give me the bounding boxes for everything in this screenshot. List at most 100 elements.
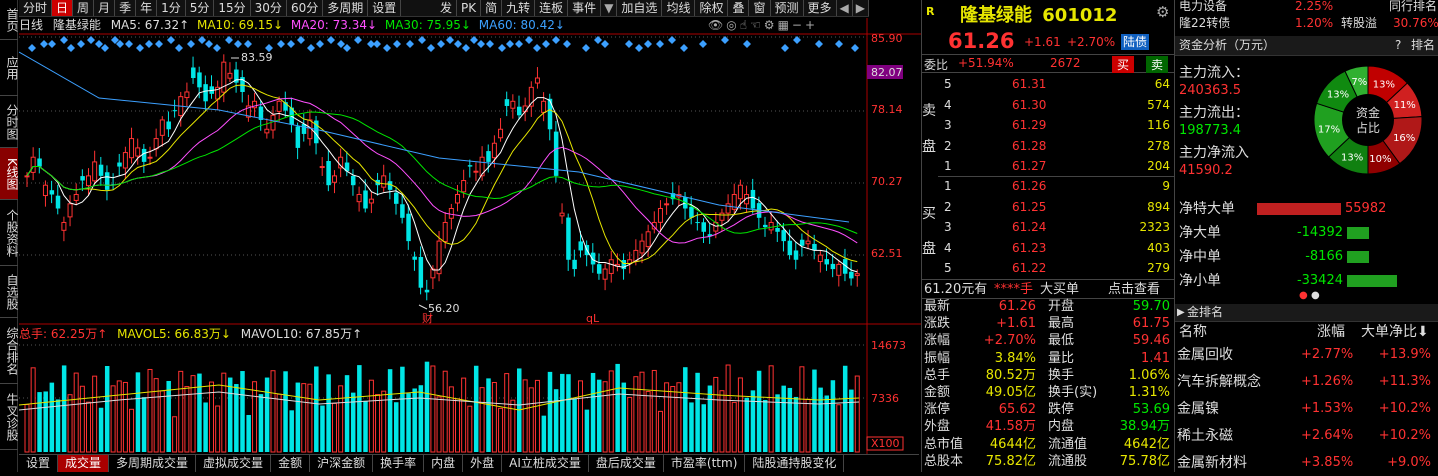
sidebar-apps[interactable]: 应用 xyxy=(0,40,19,96)
sidebar-kline[interactable]: K线图 xyxy=(0,148,19,200)
volume-bar xyxy=(455,398,460,453)
price-pct: +2.70% xyxy=(1067,35,1116,49)
col-netratio[interactable]: 大单净比⬇ xyxy=(1361,322,1429,342)
volume-bar xyxy=(166,380,171,452)
signal-diamond xyxy=(307,44,315,52)
candle-body xyxy=(781,230,786,242)
volume-bar xyxy=(436,396,442,453)
sector-expand-icon[interactable]: ▶ xyxy=(1177,304,1185,321)
signal-diamond xyxy=(28,44,36,52)
fund-rank-link[interactable]: 排名 xyxy=(1411,36,1435,55)
ask-level-row[interactable]: 3 61.29 116 xyxy=(922,116,1174,135)
signal-diamond xyxy=(515,40,523,48)
volume-bar xyxy=(92,375,98,453)
kline-chart[interactable]: 83.59 56.20 财 qL 85.90 82.07 78.14 70.27… xyxy=(19,0,921,472)
ask-level-row[interactable]: 5 61.31 64 xyxy=(922,75,1174,94)
signal-diamond xyxy=(175,44,183,52)
ask-level-row[interactable]: 4 61.30 574 xyxy=(922,96,1174,115)
sector-row[interactable]: 稀土永磁 +2.64% +10.2% xyxy=(1175,423,1438,449)
indicator-tab[interactable]: 换手率 xyxy=(373,455,425,472)
bid-level-row[interactable]: 5 61.22 279 xyxy=(922,259,1174,278)
big-order-bar[interactable]: 61.20元有 ****手 大买单 点击查看 xyxy=(922,279,1174,299)
col-pct[interactable]: 涨幅 xyxy=(1317,322,1345,342)
bid-level-row[interactable]: 4 61.23 403 xyxy=(922,239,1174,258)
industry-row[interactable]: 电力设备 2.25% 同行排名 xyxy=(1175,0,1438,15)
indicator-tab[interactable]: 成交量 xyxy=(58,455,110,472)
volume-bar xyxy=(737,377,743,453)
sidebar-timeshare[interactable]: 分时图 xyxy=(0,96,19,148)
sector-row[interactable]: 金属回收 +2.77% +13.9% xyxy=(1175,342,1438,368)
cai-marker[interactable]: 财 xyxy=(422,311,433,325)
volume-bar xyxy=(713,376,719,453)
big-order-link[interactable]: 点击查看 xyxy=(1108,280,1160,299)
bid-level-row[interactable]: 1 61.26 9 xyxy=(922,177,1174,196)
indicator-tab[interactable]: 虚拟成交量 xyxy=(196,455,272,472)
convertible-tag[interactable]: 陆债 xyxy=(1121,34,1150,50)
indicator-tab[interactable]: 金额 xyxy=(271,455,311,472)
col-name[interactable]: 名称 xyxy=(1179,322,1207,342)
flow-row[interactable]: 净特大单 55982 xyxy=(1175,198,1438,220)
sector-row[interactable]: 金属新材料 +3.85% +9.0% xyxy=(1175,450,1438,476)
indicator-tab[interactable]: 设置 xyxy=(19,455,59,472)
signal-diamond xyxy=(427,44,435,52)
price-change: +1.61 xyxy=(1024,35,1061,49)
candle-body xyxy=(424,289,430,293)
flow-label: 净大单 xyxy=(1179,225,1221,241)
sidebar-ranking[interactable]: 综合排名 xyxy=(0,318,19,384)
volume-bar xyxy=(357,365,362,452)
dot-icon-red[interactable]: ● xyxy=(1299,290,1308,301)
level-num: 5 xyxy=(944,261,952,275)
pie-label: 16% xyxy=(1393,133,1415,144)
ma-line-20 xyxy=(26,97,858,244)
indicator-tab[interactable]: 盘后成交量 xyxy=(589,455,664,472)
buy-button[interactable]: 买 xyxy=(1112,56,1135,73)
fund-pie[interactable]: 13%11%16%10%13%17%13%7% 资金 占比 xyxy=(1303,60,1433,180)
candle-body xyxy=(572,259,577,270)
industry-name: 电力设备 xyxy=(1179,0,1228,13)
candle-body xyxy=(854,273,860,277)
candle-body xyxy=(104,172,110,190)
ql-marker[interactable]: qL xyxy=(586,312,600,325)
indicator-tab[interactable]: 沪深金额 xyxy=(310,455,374,472)
help-icon[interactable]: ? xyxy=(1395,36,1401,55)
pie-hole xyxy=(1342,94,1394,146)
indicator-tab[interactable]: 内盘 xyxy=(424,455,464,472)
flow-row[interactable]: 净大单 -14392 xyxy=(1175,222,1438,244)
sector-netratio: +10.2% xyxy=(1378,401,1431,416)
sector-row[interactable]: 金属镍 +1.53% +10.2% xyxy=(1175,396,1438,422)
bid-level-row[interactable]: 3 61.24 2323 xyxy=(922,218,1174,237)
bid-level-row[interactable]: 2 61.25 894 xyxy=(922,198,1174,217)
sector-row[interactable]: 汽车拆解概念 +1.26% +11.3% xyxy=(1175,369,1438,395)
bond-row[interactable]: 隆22转债 1.20% 转股溢 30.76% xyxy=(1175,15,1438,32)
signal-diamond xyxy=(552,36,560,44)
indicator-tab[interactable]: 市盈率(ttm) xyxy=(664,455,746,472)
flow-row[interactable]: 净中单 -8166 xyxy=(1175,246,1438,268)
volume-bar xyxy=(510,399,516,453)
flow-row[interactable]: 净小单 -33424 xyxy=(1175,270,1438,292)
sidebar-diagnosis[interactable]: 牛叉诊股 xyxy=(0,384,19,450)
gear-icon[interactable]: ⚙ xyxy=(1156,3,1169,21)
indicator-tab[interactable]: AI立桩成交量 xyxy=(502,455,589,472)
stat-row: 振幅 3.84% 量比 1.41 xyxy=(922,350,1174,367)
candle-body xyxy=(657,207,663,223)
stat-label: 流通股 xyxy=(1048,453,1088,469)
signal-diamond xyxy=(337,40,345,48)
sidebar-home[interactable]: 首页 xyxy=(0,0,19,40)
indicator-tab[interactable]: 外盘 xyxy=(463,455,503,472)
mavol10-label: MAVOL10: 67.85万↑ xyxy=(240,327,363,341)
sidebar-watchlist[interactable]: 自选股 xyxy=(0,266,19,318)
candle-body xyxy=(191,67,196,79)
ask-level-row[interactable]: 1 61.27 204 xyxy=(922,157,1174,176)
candle-body xyxy=(621,260,627,270)
candle-body xyxy=(350,175,356,186)
indicator-tab[interactable]: 多周期成交量 xyxy=(109,455,197,472)
indicator-tab[interactable]: 陆股通持股变化 xyxy=(745,455,845,472)
dot-icon-white[interactable]: ● xyxy=(1311,290,1320,301)
signal-diamond xyxy=(601,40,609,48)
outflow-label: 主力流出： xyxy=(1179,105,1249,121)
sell-button[interactable]: 卖 xyxy=(1146,56,1169,73)
sidebar-profile[interactable]: 个股资料 xyxy=(0,200,19,266)
ask-level-row[interactable]: 2 61.28 278 xyxy=(922,137,1174,156)
candle-body xyxy=(166,121,171,130)
big-order-type: 大买单 xyxy=(1040,282,1080,297)
